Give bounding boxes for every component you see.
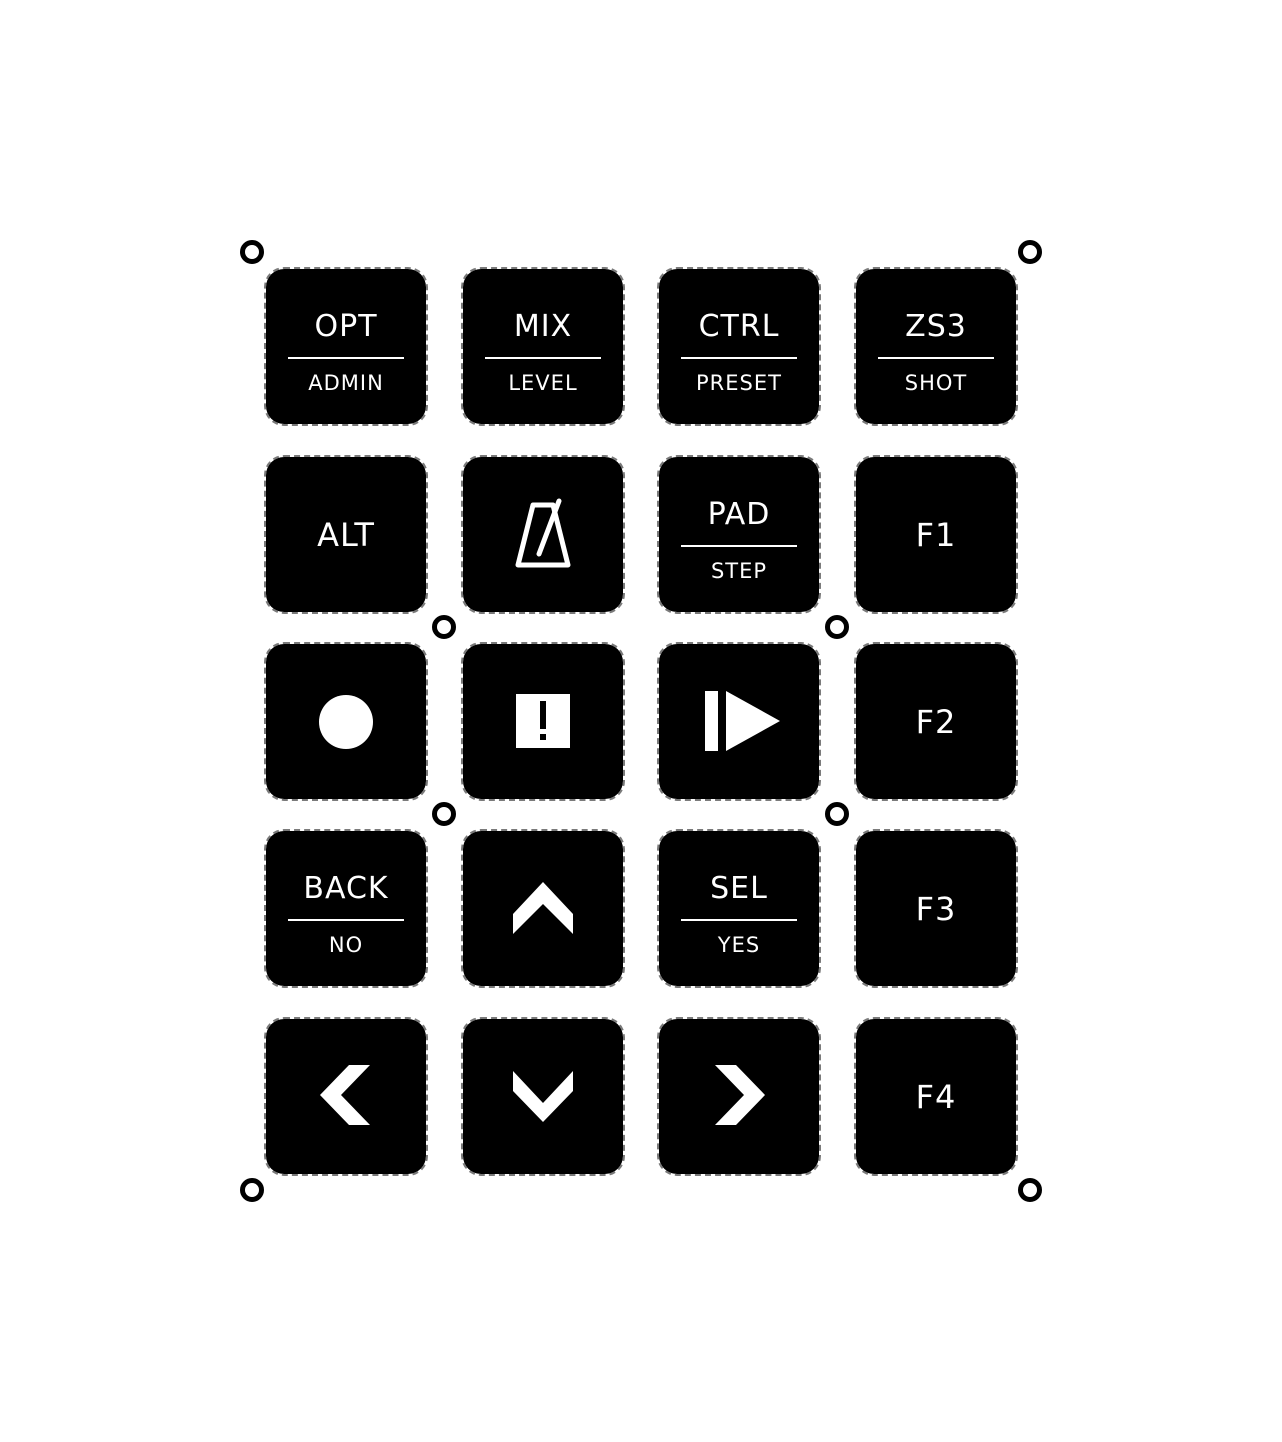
mounting-hole-mid-right-lower bbox=[825, 802, 849, 826]
right-key[interactable] bbox=[657, 1017, 821, 1176]
mounting-hole-top-left bbox=[240, 240, 264, 264]
chevron-up-icon bbox=[513, 882, 573, 934]
f1-label: F1 bbox=[915, 516, 957, 554]
keypad-panel: OPT ADMIN MIX LEVEL CTRL PRESET ZS3 SHOT… bbox=[0, 0, 1282, 1442]
ctrl-label: CTRL bbox=[698, 309, 780, 344]
exclamation-icon bbox=[516, 694, 570, 748]
f4-key[interactable]: F4 bbox=[854, 1017, 1018, 1176]
f2-label: F2 bbox=[915, 703, 957, 741]
key-divider bbox=[288, 357, 404, 359]
yes-label: YES bbox=[717, 933, 761, 957]
up-key[interactable] bbox=[461, 829, 625, 988]
mix-label: MIX bbox=[513, 309, 573, 344]
f3-key[interactable]: F3 bbox=[854, 829, 1018, 988]
mounting-hole-top-right bbox=[1018, 240, 1042, 264]
mounting-hole-bottom-left bbox=[240, 1178, 264, 1202]
pad-label: PAD bbox=[707, 497, 771, 532]
mounting-hole-mid-left-lower bbox=[432, 802, 456, 826]
no-label: NO bbox=[328, 933, 364, 957]
mounting-hole-mid-right-upper bbox=[825, 615, 849, 639]
sel-yes-key[interactable]: SEL YES bbox=[657, 829, 821, 988]
mix-level-key[interactable]: MIX LEVEL bbox=[461, 267, 625, 426]
play-from-start-icon bbox=[705, 691, 780, 751]
metronome-icon bbox=[515, 498, 571, 568]
f2-key[interactable]: F2 bbox=[854, 642, 1018, 801]
preset-label: PRESET bbox=[696, 371, 782, 395]
alt-key[interactable]: ALT bbox=[264, 455, 428, 614]
shot-label: SHOT bbox=[904, 371, 968, 395]
mounting-hole-bottom-right bbox=[1018, 1178, 1042, 1202]
key-divider bbox=[878, 357, 994, 359]
metronome-key[interactable] bbox=[461, 455, 625, 614]
step-label: STEP bbox=[710, 559, 768, 583]
down-key[interactable] bbox=[461, 1017, 625, 1176]
f1-key[interactable]: F1 bbox=[854, 455, 1018, 614]
opt-admin-key[interactable]: OPT ADMIN bbox=[264, 267, 428, 426]
key-divider bbox=[681, 919, 797, 921]
back-no-key[interactable]: BACK NO bbox=[264, 829, 428, 988]
f3-label: F3 bbox=[915, 890, 957, 928]
chevron-down-icon bbox=[513, 1071, 573, 1122]
play-key[interactable] bbox=[657, 642, 821, 801]
chevron-right-icon bbox=[715, 1065, 765, 1125]
record-key[interactable] bbox=[264, 642, 428, 801]
admin-label: ADMIN bbox=[308, 371, 384, 395]
zs3-label: ZS3 bbox=[905, 309, 967, 344]
f4-label: F4 bbox=[915, 1078, 957, 1116]
mounting-hole-mid-left-upper bbox=[432, 615, 456, 639]
alt-label: ALT bbox=[317, 516, 375, 554]
key-divider bbox=[288, 919, 404, 921]
chevron-left-icon bbox=[320, 1065, 370, 1125]
ctrl-preset-key[interactable]: CTRL PRESET bbox=[657, 267, 821, 426]
pad-step-key[interactable]: PAD STEP bbox=[657, 455, 821, 614]
left-key[interactable] bbox=[264, 1017, 428, 1176]
key-divider bbox=[681, 357, 797, 359]
opt-label: OPT bbox=[314, 309, 378, 344]
alert-key[interactable] bbox=[461, 642, 625, 801]
key-divider bbox=[681, 545, 797, 547]
level-label: LEVEL bbox=[508, 371, 578, 395]
sel-label: SEL bbox=[710, 871, 768, 906]
zs3-shot-key[interactable]: ZS3 SHOT bbox=[854, 267, 1018, 426]
back-label: BACK bbox=[303, 871, 389, 906]
key-divider bbox=[485, 357, 601, 359]
record-icon bbox=[319, 695, 373, 749]
